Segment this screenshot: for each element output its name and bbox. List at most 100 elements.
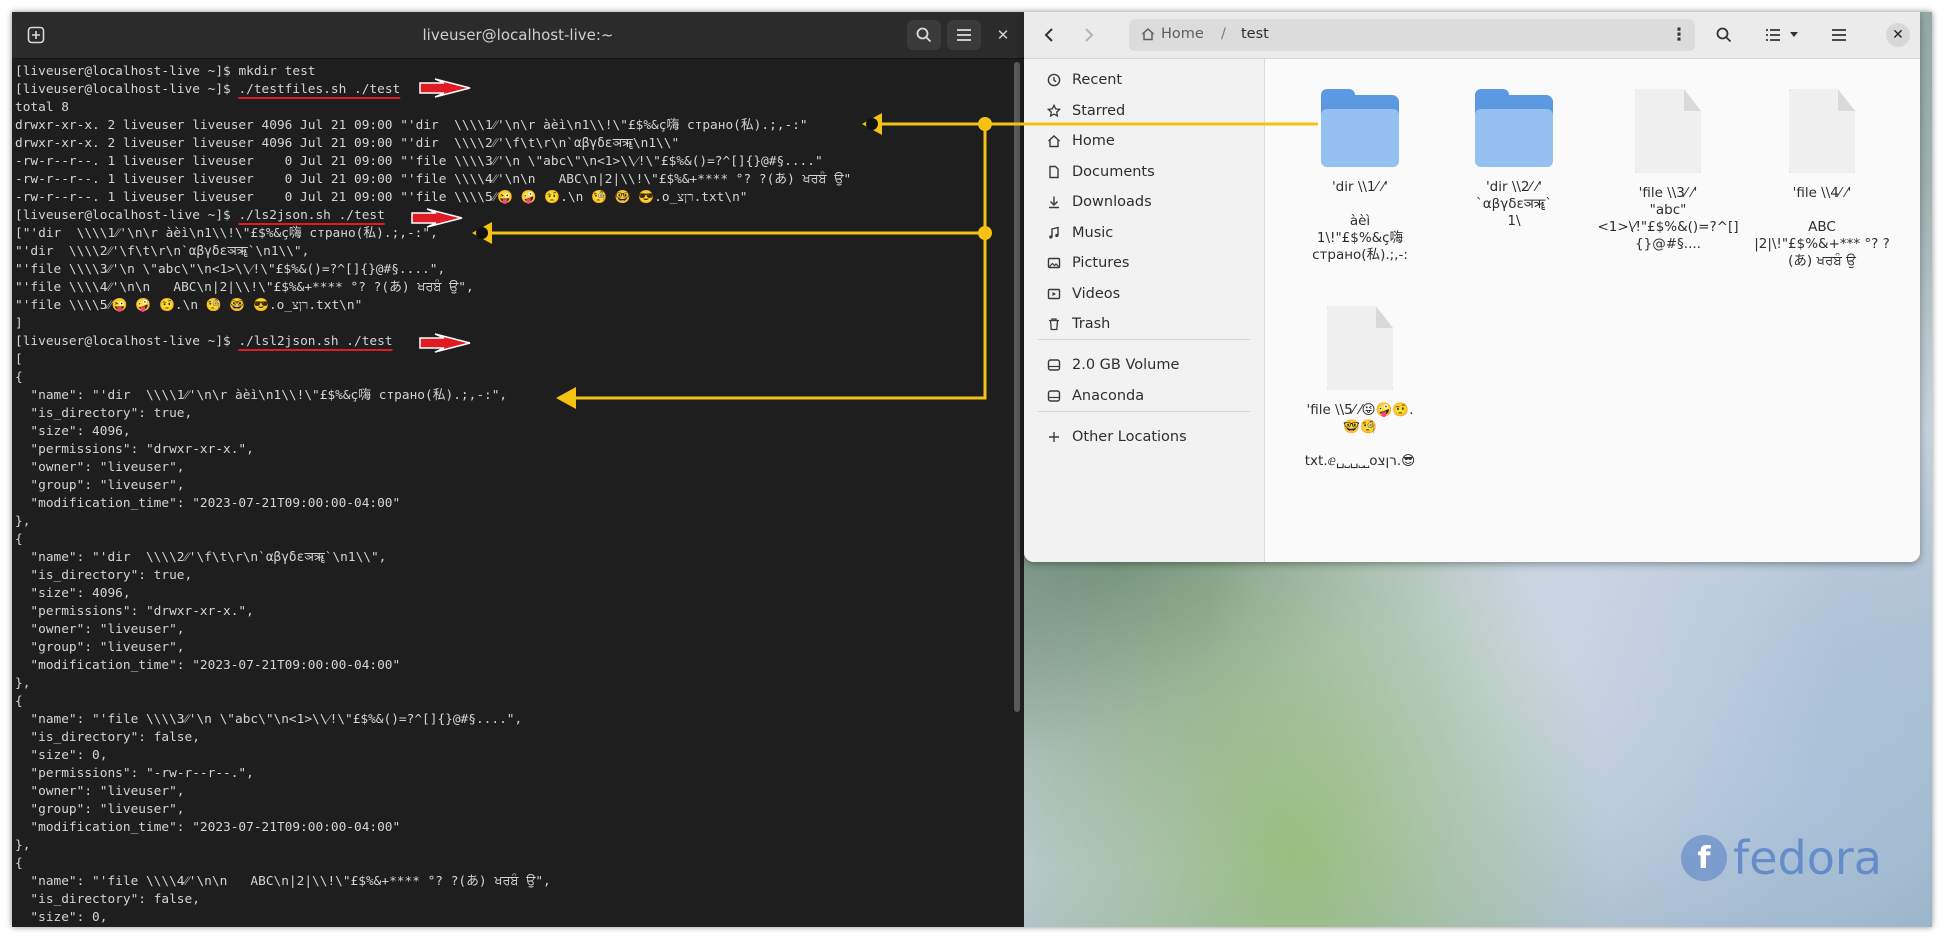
terminal-line: "'file \\\\5⁄⁄😜 🤪 🤨.\n 🧐 🤓 😎.o_רןצ.txt\n… <box>15 297 1012 315</box>
terminal-search-button[interactable] <box>907 20 941 50</box>
sidebar-item-label: Downloads <box>1072 194 1152 210</box>
command-output: "name": "'file \\\\4⁄⁄'\n\n ABC\n|2|\\!\… <box>15 874 551 889</box>
files-close-button[interactable]: ✕ <box>1886 23 1910 47</box>
command-output: "modification_time": "2023-07-21T09:00:0… <box>15 496 401 511</box>
fedora-logo: f fedora <box>1681 831 1882 885</box>
shell-prompt: [liveuser@localhost-live ~]$ <box>15 82 239 97</box>
terminal-scrollbar[interactable] <box>1014 62 1020 712</box>
terminal-line: }, <box>15 675 1012 693</box>
terminal-close-button[interactable]: ✕ <box>992 24 1014 46</box>
files-window: Home / test ⋮ ✕ Recent Starred Home Docu… <box>1024 12 1920 562</box>
terminal-line: "owner": "liveuser", <box>15 783 1012 801</box>
file-icon <box>1635 89 1701 173</box>
terminal-line: "'file \\\\3⁄⁄'\n \"abc\"\n<1>\\⁄!\"£$%&… <box>15 261 1012 279</box>
view-toggle-button[interactable] <box>1759 20 1805 50</box>
command-output: { <box>15 694 23 709</box>
sidebar-item-label: Home <box>1072 133 1115 149</box>
command-output: drwxr-xr-x. 2 liveuser liveuser 4096 Jul… <box>15 118 808 133</box>
terminal-headerbar: liveuser@localhost-live:~ ✕ <box>12 12 1024 59</box>
terminal-line: "permissions": "-rw-r--r--.", <box>15 765 1012 783</box>
terminal-line: "group": "liveuser", <box>15 801 1012 819</box>
sidebar-item-documents[interactable]: Documents <box>1032 156 1256 188</box>
sidebar-item-recent[interactable]: Recent <box>1032 64 1256 96</box>
path-home-label: Home <box>1161 26 1204 42</box>
sidebar-item-pictures[interactable]: Pictures <box>1032 247 1256 279</box>
sidebar-item-label: Music <box>1072 225 1114 241</box>
terminal-menu-button[interactable] <box>947 20 981 50</box>
files-menu-button[interactable] <box>1824 20 1854 50</box>
command-output: drwxr-xr-x. 2 liveuser liveuser 4096 Jul… <box>15 136 680 151</box>
sidebar-item-label: Anaconda <box>1072 388 1145 404</box>
document-icon <box>1044 165 1064 179</box>
command-output: "group": "liveuser", <box>15 802 185 817</box>
pictures-icon <box>1044 256 1064 270</box>
sidebar-item-2-0-gb-volume[interactable]: 2.0 GB Volume <box>1032 349 1256 381</box>
path-menu-button[interactable]: ⋮ <box>1671 25 1688 45</box>
shell-prompt: [liveuser@localhost-live ~]$ <box>15 208 239 223</box>
music-icon <box>1044 226 1064 240</box>
terminal-line: "is_directory": true, <box>15 405 1012 423</box>
terminal-line: -rw-r--r--. 1 liveuser liveuser 0 Jul 21… <box>15 153 1012 171</box>
terminal-line: [ <box>15 351 1012 369</box>
terminal-line: -rw-r--r--. 1 liveuser liveuser 0 Jul 21… <box>15 171 1012 189</box>
sidebar-item-starred[interactable]: Starred <box>1032 95 1256 127</box>
command-output: total 8 <box>15 100 69 115</box>
terminal-line: "size": 4096, <box>15 585 1012 603</box>
terminal-line: "name": "'dir \\\\2⁄⁄'\f\t\r\n`αβγδεञॠ`\… <box>15 549 1012 567</box>
terminal-line: "owner": "liveuser", <box>15 459 1012 477</box>
sidebar-item-videos[interactable]: Videos <box>1032 278 1256 310</box>
trash-icon <box>1044 317 1064 331</box>
sidebar-item-music[interactable]: Music <box>1032 217 1256 249</box>
file-icon <box>1327 306 1393 390</box>
file-grid: 'dir \\1⁄ ⁄' àèì 1\!"£$%&ç嗨 страно(私).;,… <box>1265 59 1920 562</box>
sidebar-item-anaconda[interactable]: Anaconda <box>1032 380 1256 412</box>
terminal-line: }, <box>15 513 1012 531</box>
terminal-line: drwxr-xr-x. 2 liveuser liveuser 4096 Jul… <box>15 117 1012 135</box>
command-output: { <box>15 532 23 547</box>
command-output: "modification_time": "2023-07-21T09:00:0… <box>15 820 401 835</box>
back-button[interactable] <box>1034 20 1064 50</box>
forward-button[interactable] <box>1074 20 1104 50</box>
path-home-button[interactable]: Home <box>1141 26 1204 42</box>
sidebar-item-downloads[interactable]: Downloads <box>1032 186 1256 218</box>
folder-icon <box>1321 89 1399 167</box>
terminal-line: "'file \\\\4⁄⁄'\n\n ABC\n|2|\\!\"£$%&+**… <box>15 279 1012 297</box>
folder-item[interactable]: 'dir \\2⁄ ⁄' `αβγδεञॠ` 1\ <box>1439 89 1589 230</box>
command-output: "owner": "liveuser", <box>15 460 185 475</box>
command-output: "group": "liveuser", <box>15 640 185 655</box>
command-output: -rw-r--r--. 1 liveuser liveuser 0 Jul 21… <box>15 190 748 205</box>
search-icon <box>916 27 932 43</box>
command-output: "'file \\\\4⁄⁄'\n\n ABC\n|2|\\!\"£$%&+**… <box>15 280 474 295</box>
command-output: "is_directory": false, <box>15 892 200 907</box>
file-item[interactable]: 'file \\3⁄ ⁄' "abc" <1>\⁄!"£$%&()=?^[] {… <box>1593 89 1743 253</box>
terminal-line: "size": 0, <box>15 747 1012 765</box>
new-tab-icon <box>27 26 45 44</box>
files-search-button[interactable] <box>1709 20 1739 50</box>
command-output: "name": "'dir \\\\2⁄⁄'\f\t\r\n`αβγδεञॠ`\… <box>15 550 387 565</box>
terminal-line: [liveuser@localhost-live ~]$ mkdir test <box>15 63 1012 81</box>
command-output: "is_directory": true, <box>15 568 193 583</box>
folder-item[interactable]: 'dir \\1⁄ ⁄' àèì 1\!"£$%&ç嗨 страно(私).;,… <box>1285 89 1435 264</box>
plus-icon <box>1044 430 1064 444</box>
sidebar-item-trash[interactable]: Trash <box>1032 308 1256 340</box>
terminal-line: -rw-r--r--. 1 liveuser liveuser 0 Jul 21… <box>15 189 1012 207</box>
file-item[interactable]: 'file \\4⁄ ⁄' ABC |2|\!"£$%&+*** °? ? (あ… <box>1747 89 1897 270</box>
sidebar-item-label: Other Locations <box>1072 429 1187 445</box>
sidebar-separator <box>1038 339 1250 340</box>
terminal-line: "is_directory": false, <box>15 891 1012 909</box>
terminal-line: "name": "'file \\\\3⁄⁄'\n \"abc\"\n<1>\\… <box>15 711 1012 729</box>
terminal-title: liveuser@localhost-live:~ <box>422 26 614 44</box>
command-output: }, <box>15 514 31 529</box>
sidebar-item-home[interactable]: Home <box>1032 125 1256 157</box>
path-current-folder[interactable]: test <box>1241 26 1269 42</box>
terminal-line: "group": "liveuser", <box>15 639 1012 657</box>
new-tab-button[interactable] <box>22 21 50 49</box>
command-output: ] <box>15 316 23 331</box>
terminal-output[interactable]: [liveuser@localhost-live ~]$ mkdir test[… <box>12 59 1012 927</box>
shell-prompt: [liveuser@localhost-live ~]$ <box>15 334 239 349</box>
chevron-left-icon <box>1044 28 1053 42</box>
file-item[interactable]: 'file \\5⁄ ⁄😜🤪🤨. 🤓🧐 txt.ⅇ␣⎵␣⎵⎵oרןצ.😎 <box>1285 306 1435 470</box>
command-output: { <box>15 370 23 385</box>
home-icon <box>1141 27 1155 41</box>
sidebar-item-other-locations[interactable]: Other Locations <box>1032 421 1256 453</box>
